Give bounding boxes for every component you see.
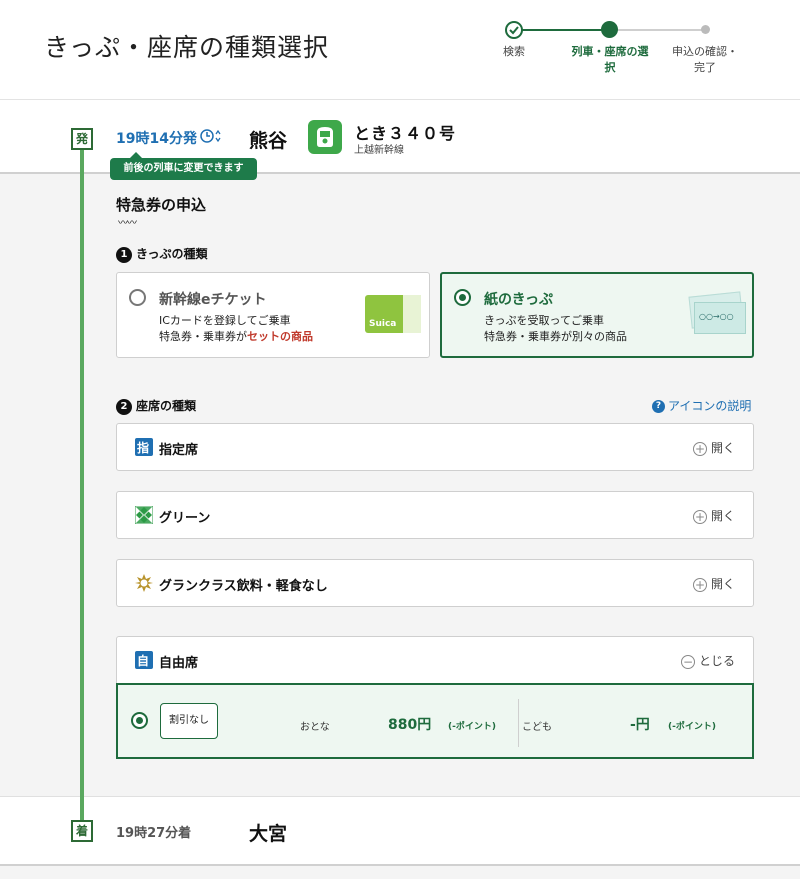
step-3-label: 申込の確認・完了 bbox=[672, 45, 738, 74]
non-reserved-seat-icon-char: 自 bbox=[137, 654, 150, 668]
page-title: きっぷ・座席の種類選択 bbox=[44, 33, 330, 62]
suica-label: Suica bbox=[369, 319, 397, 329]
discount-button[interactable]: 割引なし bbox=[160, 703, 218, 739]
ticket-type-label: きっぷの種類 bbox=[136, 247, 208, 261]
eticket-desc-2-red: セットの商品 bbox=[247, 330, 313, 343]
clock-change-icon[interactable] bbox=[200, 128, 224, 144]
adult-points: (-ポイント) bbox=[448, 722, 496, 732]
section-title-underline: 〰〰 bbox=[118, 218, 137, 229]
gran-class-open[interactable]: + 開く bbox=[692, 575, 735, 592]
paper-ticket-image: ○○→○○ bbox=[688, 291, 746, 334]
page-header: きっぷ・座席の種類選択 検索 列車・座席の選択 申込の確認・完了 bbox=[0, 0, 800, 100]
arrival-time: 19時27分着 bbox=[116, 826, 192, 841]
gran-class-icon bbox=[135, 574, 153, 592]
seat-row-gran-class[interactable]: グランクラス飲料・軽食なし + 開く bbox=[116, 559, 754, 607]
eticket-desc-1: ICカードを登録してご乗車 bbox=[159, 314, 291, 327]
seat-row-green[interactable]: グリーン + 開く bbox=[116, 491, 754, 539]
step-number-badge: 1 bbox=[116, 246, 132, 263]
step-1-check-icon bbox=[505, 21, 523, 39]
fare-radio[interactable] bbox=[131, 712, 148, 729]
paper-ticket-title: 紙のきっぷ bbox=[484, 292, 554, 308]
non-reserved-seat-close[interactable]: − とじる bbox=[680, 652, 735, 669]
icon-help-link[interactable]: ? アイコンの説明 bbox=[652, 397, 751, 414]
gran-class-open-label: 開く bbox=[710, 577, 735, 591]
step-1-label: 検索 bbox=[503, 45, 525, 58]
step-number-badge: 2 bbox=[116, 398, 132, 415]
departure-station: 熊谷 bbox=[249, 130, 288, 152]
arrival-station: 大宮 bbox=[249, 823, 288, 845]
adult-price: 880円 bbox=[388, 717, 432, 733]
ticket-option-eticket[interactable]: 新幹線eチケット ICカードを登録してご乗車 特急券・乗車券がセットの商品 Su… bbox=[116, 272, 430, 358]
paper-ticket-desc-2: 特急券・乗車券が別々の商品 bbox=[484, 330, 627, 343]
seat-row-reserved[interactable]: 指 指定席 + 開く bbox=[116, 423, 754, 471]
eticket-title: 新幹線eチケット bbox=[159, 292, 267, 308]
seat-row-non-reserved[interactable]: 自 自由席 − とじる bbox=[116, 636, 754, 684]
footer-strip bbox=[0, 866, 800, 879]
fare-separator bbox=[518, 699, 519, 747]
step-3-pending-dot bbox=[701, 25, 710, 34]
child-price: -円 bbox=[630, 717, 650, 733]
fare-option-row[interactable]: 割引なし おとな 880円 (-ポイント) こども -円 (-ポイント) bbox=[116, 683, 754, 759]
child-label: こども bbox=[522, 722, 552, 733]
green-car-icon bbox=[134, 505, 154, 525]
suica-card-icon: Suica bbox=[365, 295, 421, 333]
ticket-type-title: 1 きっぷの種類 bbox=[116, 245, 208, 263]
non-reserved-seat-close-label: とじる bbox=[698, 654, 735, 668]
paper-ticket-radio[interactable] bbox=[454, 289, 471, 306]
train-line: 上越新幹線 bbox=[354, 145, 404, 156]
non-reserved-seat-label: 自由席 bbox=[159, 656, 199, 671]
adult-label: おとな bbox=[300, 722, 330, 733]
eticket-radio[interactable] bbox=[129, 289, 146, 306]
seat-type-label: 座席の種類 bbox=[136, 399, 197, 413]
step-2-current-dot bbox=[601, 21, 618, 38]
seat-type-title: 2 座席の種類 bbox=[116, 397, 196, 415]
green-seat-open-label: 開く bbox=[710, 509, 735, 523]
plus-circle-icon: + bbox=[692, 441, 707, 456]
reserved-seat-label: 指定席 bbox=[159, 443, 199, 458]
step-line-pending bbox=[610, 29, 705, 31]
change-train-tooltip: 前後の列車に変更できます bbox=[110, 152, 257, 180]
paper-ticket-front: ○○→○○ bbox=[694, 302, 746, 334]
icon-help-label: アイコンの説明 bbox=[668, 399, 752, 413]
non-reserved-seat-icon: 自 bbox=[135, 651, 153, 669]
ticket-option-paper[interactable]: 紙のきっぷ きっぷを受取ってご乗車 特急券・乗車券が別々の商品 ○○→○○ bbox=[440, 272, 754, 358]
reserved-seat-icon-char: 指 bbox=[137, 441, 150, 455]
paper-ticket-desc-1: きっぷを受取ってご乗車 bbox=[484, 314, 605, 327]
question-icon: ? bbox=[652, 400, 665, 413]
step-2-label: 列車・座席の選択 bbox=[571, 45, 649, 74]
child-points: (-ポイント) bbox=[668, 722, 716, 732]
reserved-seat-open[interactable]: + 開く bbox=[692, 439, 735, 456]
eticket-desc-2-pre: 特急券・乗車券が bbox=[159, 330, 247, 343]
reserved-seat-icon: 指 bbox=[135, 438, 153, 456]
arrival-badge: 着 bbox=[71, 820, 93, 842]
progress-stepper: 検索 列車・座席の選択 申込の確認・完了 bbox=[480, 18, 780, 88]
paper-ticket-route: ○○→○○ bbox=[699, 312, 734, 321]
green-seat-label: グリーン bbox=[159, 511, 211, 526]
suica-card-strip bbox=[403, 295, 421, 333]
departure-badge: 発 bbox=[71, 128, 93, 150]
departure-time[interactable]: 19時14分発 bbox=[116, 128, 197, 148]
step-line-done bbox=[515, 29, 610, 31]
reserved-seat-open-label: 開く bbox=[710, 441, 735, 455]
plus-circle-icon: + bbox=[692, 577, 707, 592]
gran-class-label: グランクラス飲料・軽食なし bbox=[159, 579, 328, 594]
train-icon bbox=[308, 120, 342, 154]
route-timeline bbox=[80, 140, 84, 830]
plus-circle-icon: + bbox=[692, 509, 707, 524]
green-seat-open[interactable]: + 開く bbox=[692, 507, 735, 524]
eticket-desc-2: 特急券・乗車券がセットの商品 bbox=[159, 329, 313, 345]
minus-circle-icon: − bbox=[680, 654, 695, 669]
section-title: 特急券の申込 bbox=[116, 196, 207, 214]
